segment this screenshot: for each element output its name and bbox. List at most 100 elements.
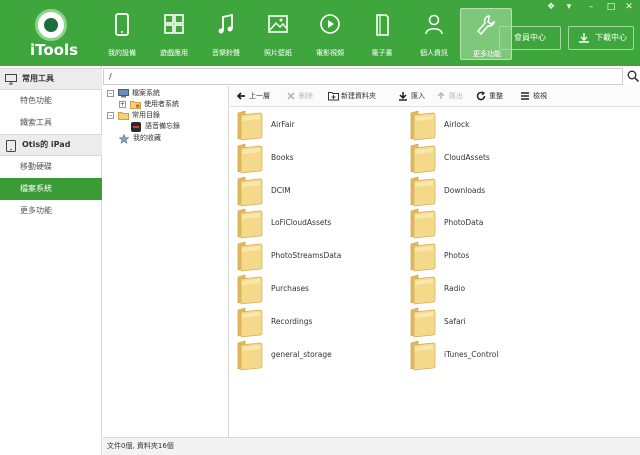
search-icon[interactable] — [627, 70, 639, 82]
folder-item[interactable]: Purchases — [235, 273, 405, 305]
delete-button[interactable]: 刪除 — [286, 86, 313, 107]
maximize-icon[interactable]: □ — [604, 2, 618, 12]
music-note-icon — [218, 13, 233, 34]
folder-icon — [410, 143, 436, 174]
nav-label: 電子書 — [371, 49, 393, 57]
folder-item[interactable]: CloudAssets — [408, 142, 578, 174]
import-label: 匯入 — [411, 92, 425, 100]
gift-icon[interactable]: ❖ — [544, 2, 558, 12]
tree-label: 使用者系統 — [144, 100, 179, 108]
tree-node-user-system[interactable]: + 使用者系統 — [119, 99, 225, 110]
nav-label: 更多功能 — [473, 50, 501, 58]
status-bar: 文件0個, 資料夾16個 — [103, 437, 640, 455]
folder-icon — [410, 208, 436, 239]
folder-item[interactable]: LoFiCloudAssets — [235, 207, 405, 239]
minimize-icon[interactable]: ▾ — [562, 2, 576, 12]
tree-node-root[interactable]: – 檔案系統 — [107, 88, 225, 99]
download-center-button[interactable]: 下載中心 — [568, 26, 634, 50]
picture-icon — [268, 15, 288, 33]
export-button[interactable]: 匯出 — [436, 86, 463, 107]
arrow-left-icon — [236, 92, 245, 100]
folder-icon — [410, 110, 436, 141]
collapse-toggle[interactable]: – — [107, 112, 114, 119]
sidebar-section-common-tools[interactable]: 常用工具 — [0, 68, 102, 90]
folder-item[interactable]: general_storage — [235, 339, 405, 371]
folder-name: Books — [271, 152, 294, 162]
folder-item[interactable]: Books — [235, 142, 405, 174]
folder-icon — [237, 208, 263, 239]
folder-item[interactable]: Downloads — [408, 175, 578, 207]
tablet-icon — [6, 140, 16, 152]
folder-icon — [237, 241, 263, 272]
nav-my-device[interactable]: 我的設備 — [96, 8, 148, 60]
export-label: 匯出 — [449, 92, 463, 100]
nav-ebook[interactable]: 電子書 — [356, 8, 408, 60]
folder-name: Radio — [444, 284, 466, 293]
new-folder-button[interactable]: 新建資料夾 — [328, 86, 376, 107]
nav-label: 音樂鈴聲 — [212, 49, 240, 57]
sidebar-item-more-functions[interactable]: 更多功能 — [0, 200, 102, 222]
folder-name: LoFiCloudAssets — [271, 218, 332, 228]
sidebar-item-featured[interactable]: 特色功能 — [0, 90, 102, 112]
tree-node-common[interactable]: – 常用目錄 — [107, 110, 225, 121]
sidebar-item-file-system[interactable]: 檔案系統 — [0, 178, 102, 200]
folder-name: Airlock — [444, 120, 470, 129]
folder-item[interactable]: DCIM — [235, 175, 405, 207]
file-toolbar: 上一層 刪除 新建資料夾 匯入 匯出 重整 檢視 — [230, 86, 640, 107]
main-nav: 我的設備 遊戲應用 音樂鈴聲 照片壁紙 電影視頻 電子書 個人資訊 更多功能 — [96, 8, 512, 60]
file-grid: AirFair Airlock Books CloudAssets DCIM Downlo… — [230, 107, 640, 437]
expand-toggle[interactable]: + — [119, 101, 126, 108]
tree-node-voice-memos[interactable]: 語音備忘錄 — [131, 121, 225, 132]
tree-node-favorites[interactable]: 我的收藏 — [119, 133, 225, 144]
play-icon — [320, 14, 340, 34]
folder-item[interactable]: Photos — [408, 240, 578, 272]
up-level-button[interactable]: 上一層 — [236, 86, 270, 107]
download-icon — [579, 33, 589, 43]
folder-item[interactable]: iTunes_Control — [408, 339, 578, 371]
folder-item[interactable]: Airlock — [408, 109, 578, 141]
folder-name: CloudAssets — [444, 152, 490, 162]
folder-icon — [410, 241, 436, 272]
folder-item[interactable]: Recordings — [235, 306, 405, 338]
import-icon — [399, 92, 407, 101]
refresh-button[interactable]: 重整 — [476, 86, 503, 107]
close-icon[interactable]: ✕ — [622, 2, 636, 12]
tree-label: 常用目錄 — [132, 111, 160, 119]
folder-icon — [237, 110, 263, 141]
person-icon — [425, 14, 443, 35]
folder-item[interactable]: Safari — [408, 306, 578, 338]
view-button[interactable]: 檢視 — [520, 86, 547, 107]
folder-icon — [237, 274, 263, 305]
nav-personal-info[interactable]: 個人資訊 — [408, 8, 460, 60]
tree-label: 語音備忘錄 — [145, 122, 180, 130]
folder-icon — [237, 340, 263, 370]
collapse-toggle[interactable]: – — [107, 90, 114, 97]
folder-item[interactable]: PhotoStreamsData — [235, 240, 405, 272]
app-logo: iTools — [0, 0, 96, 66]
folder-item[interactable]: PhotoData — [408, 207, 578, 239]
delete-icon — [287, 92, 295, 100]
import-button[interactable]: 匯入 — [398, 86, 425, 107]
restore-icon[interactable]: – — [584, 2, 598, 12]
nav-photos[interactable]: 照片壁紙 — [252, 8, 304, 60]
sidebar-item-tools[interactable]: 鐵索工具 — [0, 112, 102, 134]
sidebar-item-mobile-disk[interactable]: 移動硬碟 — [0, 156, 102, 178]
folder-icon — [237, 176, 263, 206]
phone-icon — [115, 13, 129, 36]
member-center-button[interactable]: 會員中心 — [499, 26, 561, 50]
folder-item[interactable]: Radio — [408, 273, 578, 305]
folder-name: general_storage — [271, 349, 332, 359]
sidebar-section-device[interactable]: Otis的 iPad — [0, 134, 102, 156]
view-label: 檢視 — [533, 92, 547, 100]
folder-name: PhotoStreamsData — [271, 251, 342, 261]
folder-item[interactable]: AirFair — [235, 109, 405, 141]
nav-apps[interactable]: 遊戲應用 — [148, 8, 200, 60]
path-input[interactable]: / — [103, 68, 623, 85]
nav-music[interactable]: 音樂鈴聲 — [200, 8, 252, 60]
folder-name: Photos — [444, 251, 470, 261]
tree-label: 我的收藏 — [133, 134, 161, 142]
folder-name: iTunes_Control — [444, 349, 499, 359]
folder-name: Downloads — [444, 185, 486, 195]
nav-video[interactable]: 電影視頻 — [304, 8, 356, 60]
folder-icon — [118, 112, 129, 120]
